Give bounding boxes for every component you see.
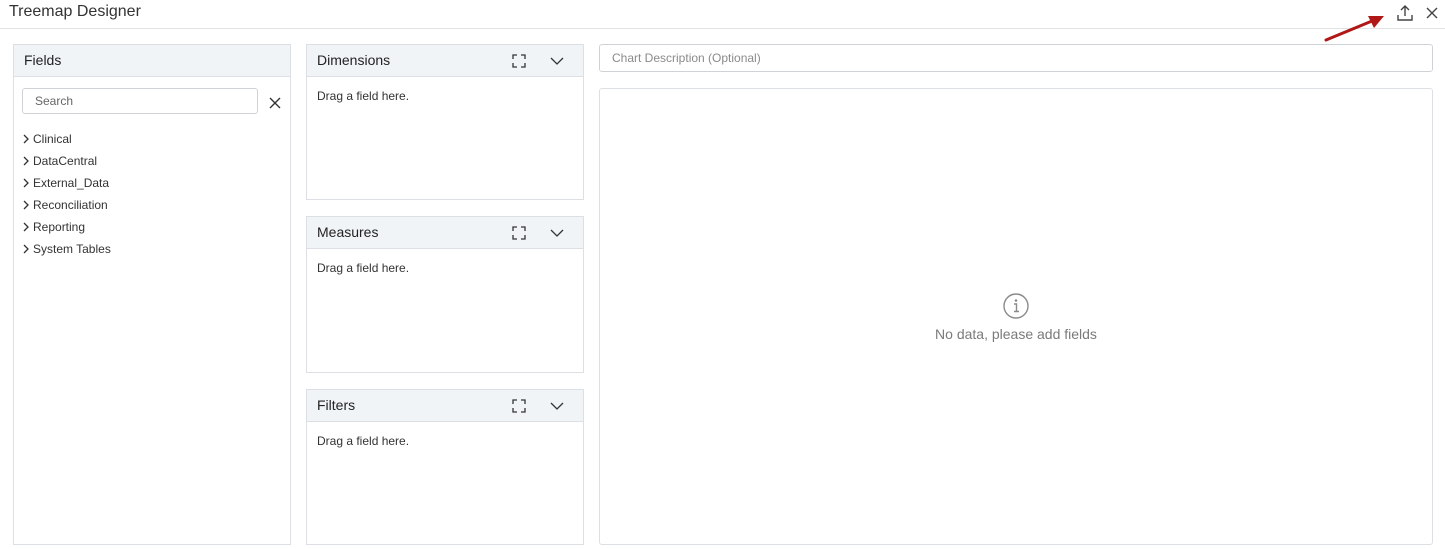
export-icon[interactable]: [1395, 3, 1415, 23]
chevron-down-icon[interactable]: [549, 398, 565, 414]
search-box: [22, 88, 258, 114]
annotation-arrow: [1324, 16, 1384, 42]
fields-panel-title: Fields: [24, 52, 62, 68]
chevron-down-icon[interactable]: [549, 53, 565, 69]
dimensions-title: Dimensions: [317, 52, 391, 68]
filters-title: Filters: [317, 397, 356, 413]
dimensions-drop-text: Drag a field here.: [317, 89, 410, 103]
tree-item-system-tables[interactable]: System Tables: [20, 238, 111, 260]
chart-canvas: No data, please add fields: [599, 88, 1433, 545]
chevron-right-icon: [23, 156, 29, 166]
window-title: Treemap Designer: [9, 3, 141, 20]
dimensions-header: Dimensions: [307, 45, 583, 77]
chart-description-box: [599, 44, 1433, 72]
chevron-right-icon: [23, 244, 29, 254]
title-bar: Treemap Designer: [0, 0, 1445, 42]
tree-item-label: External_Data: [33, 176, 110, 190]
tree-item-clinical[interactable]: Clinical: [20, 128, 111, 150]
tree-item-label: Reconciliation: [33, 198, 108, 212]
chevron-right-icon: [23, 134, 29, 144]
expand-icon[interactable]: [511, 398, 527, 414]
tree-item-label: System Tables: [33, 242, 111, 256]
chevron-right-icon: [23, 178, 29, 188]
expand-icon[interactable]: [511, 53, 527, 69]
measures-title: Measures: [317, 224, 379, 240]
tree-item-datacentral[interactable]: DataCentral: [20, 150, 111, 172]
filters-header: Filters: [307, 390, 583, 422]
tree-item-label: Clinical: [33, 132, 72, 146]
close-icon[interactable]: [1423, 4, 1441, 22]
expand-icon[interactable]: [511, 225, 527, 241]
chart-description-input[interactable]: [600, 45, 1432, 71]
field-tree: Clinical DataCentral External_Data Recon…: [20, 128, 111, 260]
info-icon: [1003, 293, 1029, 319]
measures-zone[interactable]: Measures Drag a field here.: [306, 216, 584, 373]
tree-item-reporting[interactable]: Reporting: [20, 216, 111, 238]
chevron-right-icon: [23, 222, 29, 232]
empty-state: No data, please add fields: [600, 292, 1432, 342]
tree-item-external-data[interactable]: External_Data: [20, 172, 111, 194]
dimensions-zone[interactable]: Dimensions Drag a field here.: [306, 44, 584, 200]
fields-panel: Fields Clinical DataCentral External_Dat…: [13, 44, 291, 545]
measures-header: Measures: [307, 217, 583, 249]
empty-state-message: No data, please add fields: [935, 326, 1097, 342]
measures-drop-text: Drag a field here.: [317, 261, 410, 275]
filters-drop-text: Drag a field here.: [317, 434, 410, 448]
filters-zone[interactable]: Filters Drag a field here.: [306, 389, 584, 545]
search-input[interactable]: [23, 89, 257, 113]
chevron-down-icon[interactable]: [549, 225, 565, 241]
tree-item-label: DataCentral: [33, 154, 98, 168]
chevron-right-icon: [23, 200, 29, 210]
tree-item-reconciliation[interactable]: Reconciliation: [20, 194, 111, 216]
fields-panel-header: Fields: [14, 45, 290, 77]
clear-search-icon[interactable]: [268, 96, 282, 110]
tree-item-label: Reporting: [33, 220, 86, 234]
